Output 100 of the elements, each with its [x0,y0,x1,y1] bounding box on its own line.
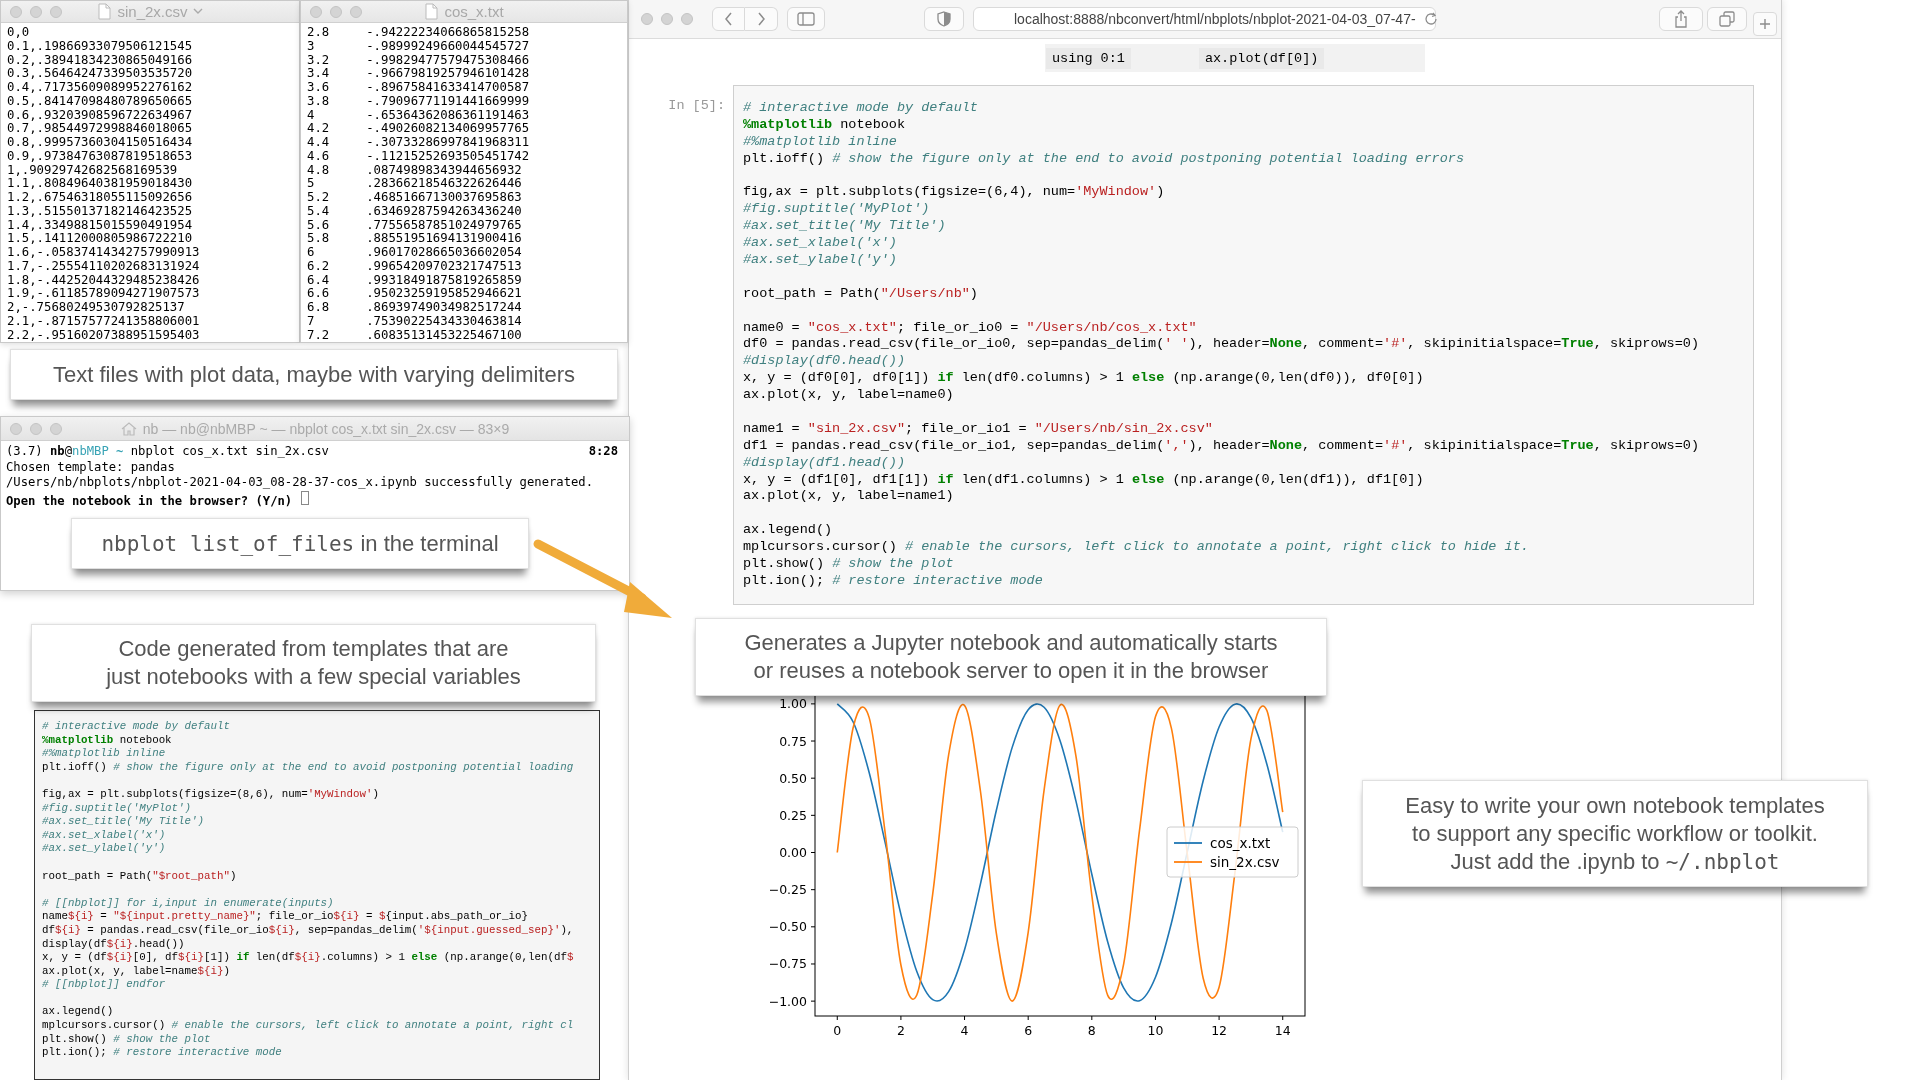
tick-label: 1.00 [779,696,807,712]
code-line: #ax.set_ylabel('y') [743,252,897,269]
text-line: 5.6 .77556587851024979765 [307,218,523,233]
code-line: #ax.set_ylabel('y') [42,842,166,856]
code-line: #%matplotlib inline [743,133,897,151]
window-button[interactable] [641,12,653,25]
cell-prompt: In [5]: [667,97,726,115]
callout-text: Code generated from templates that are just notebooks with a few special variables [106,635,521,691]
text-line: 6.8 .86939749034982517244 [307,301,523,315]
tick-label: −0.25 [768,882,807,897]
tick-label: −1.00 [768,993,807,1009]
window-button[interactable] [330,5,342,18]
shield-icon [937,10,951,27]
text-line: 6.4 .99318491875819265859 [307,273,523,288]
text-line: 6 .96017028665036602054 [307,246,523,260]
code-line: df1 = pandas.read_csv(file_or_io1, sep=pandas_delim(','), header=None, comment='#', skipinitialspace=True, skiprows=0) [743,437,1699,455]
tick-label: 14 [1274,1022,1291,1038]
window-button[interactable] [350,5,362,18]
text-line: 5.2 .46851667130037695863 [307,191,523,205]
code-line: name0 = "cos_x.txt"; file_or_io0 = "/Users/nb/cos_x.txt" [743,319,1197,337]
text-line: 1.3,.51550137182146423525 [7,204,194,219]
callout-text: Text files with plot data, maybe with varying delimiters [52,360,576,389]
code-line: #ax.set_title('My Title') [42,815,204,829]
chevron-left-icon [723,11,734,26]
legend-label: cos_x.txt [1210,834,1271,851]
text-line: 5 .28366218546322626446 [307,177,523,191]
code-line: # [[nbplot]] endfor [42,978,166,992]
code-line: ax.legend() [42,1005,114,1020]
back-button[interactable] [712,6,745,31]
code-line: #ax.set_xlabel('x') [743,235,897,252]
text-line: 1.9,-.61185789094271907573 [7,287,201,301]
window-button[interactable] [50,422,62,435]
tick-label: −0.50 [768,919,807,935]
text-line: 0.8,.99957360304150516434 [7,136,194,150]
code-line: #%matplotlib inline [42,747,166,761]
code-line: mplcursors.cursor() # enable the cursors, left click to annotate a point, right click to hide it. [743,539,1529,557]
window-button[interactable] [50,5,62,18]
text-line: 7.2 .60835131453225467100 [307,328,523,342]
code-line: #display(df1.head()) [743,454,906,472]
window-button[interactable] [10,422,22,435]
text-line: 6.6 .95023259195852946621 [307,287,523,301]
code-line: df${i} = pandas.read_csv(file_or_io${i}, sep=pandas_delim('${input.guessed_sep}'), [42,923,574,938]
tick-label: 0.00 [779,844,807,860]
share-icon [1674,9,1688,28]
tick-label: 8 [1087,1022,1096,1038]
code-line: plt.ioff() # show the figure only at the end to avoid postponing potential loading errors [743,150,1465,168]
callout-text: Easy to write your own notebook templates to support any specific workflow or toolkit. Just add the .ipynb to ~/.nbplot [1405,791,1825,876]
window-button[interactable] [30,5,42,18]
window-button[interactable] [661,12,673,25]
tabs-button[interactable] [1707,6,1747,31]
text-line: 4.4 -.30733286997841968311 [307,136,531,150]
code-line: plt.ioff() # show the figure only at the end to avoid postponing potential loading [42,760,574,775]
text-line: 1.6,-.05837414342757990913 [7,246,201,260]
text-line: 3.6 -.89675841633414700587 [307,81,531,95]
code-line: ax.plot(x, y, label=name1) [743,488,954,506]
tick-label: 6 [1024,1022,1033,1038]
code-line: plt.ion(); # restore interactive mode [42,1046,282,1060]
share-button[interactable] [1659,6,1703,31]
code-line: #fig.suptitle('MyPlot') [42,801,192,816]
tick-label: 4 [960,1022,969,1038]
text-line: 2.8 -.94222234066865815258 [307,26,531,40]
text-line: 3.4 -.96679819257946101428 [307,67,531,81]
terminal-line: Open the notebook in the browser? (Y/n) [6,490,309,510]
chevron-right-icon [756,11,766,26]
code-line: root_path = Path("$root_path") [42,869,237,884]
legend-label: sin_2x.csv [1210,853,1280,870]
code-line: #ax.set_xlabel('x') [42,828,166,843]
code-line: %matplotlib notebook [743,116,906,134]
forward-button[interactable] [745,6,778,31]
terminal-line: Chosen template: pandas [6,459,175,476]
tick-label: 0 [833,1022,842,1038]
window-button[interactable] [10,5,22,18]
tick-label: 0.75 [779,733,807,749]
terminal-line: (3.7) nb@nbMBP ~ nbplot cos_x.txt sin_2x.csv [6,444,329,460]
document-icon [97,3,113,20]
text-line: 5.4 .63469287594263436240 [307,204,523,219]
text-line: 0.7,.98544972998846018065 [7,122,194,136]
window-button[interactable] [30,422,42,435]
text-line: 4.6 -.11215252693505451742 [307,149,531,164]
code-line: #fig.suptitle('MyPlot') [743,201,930,219]
sidebar-button[interactable] [787,6,825,31]
code-line: name1 = "sin_2x.csv"; file_or_io1 = "/Users/nb/sin_2x.csv" [743,420,1213,438]
window-button[interactable] [310,5,322,18]
text-line: 0,0 [7,26,31,40]
text-line: 1.1,.80849640381959018430 [7,177,194,191]
tick-label: 0.25 [779,807,807,823]
window-title: sin_2x.csv [117,3,188,20]
reload-button[interactable] [1423,11,1438,26]
window-title: nb — nb@nbMBP ~ — nbplot cos_x.txt sin_2x.csv — 83×9 [142,420,510,437]
privacy-button[interactable] [924,6,964,31]
code-line: %matplotlib notebook [42,733,172,748]
new-tab-button[interactable] [1753,11,1777,36]
text-line: 1.4,.33498815015590491954 [7,218,194,233]
tick-label: 10 [1147,1022,1164,1038]
address-field[interactable]: localhost:8888/nbconvert/html/nbplots/nbplot-2021-04-03_07-47- [973,6,1436,31]
text-line: 0.1,.19866933079506121545 [7,39,194,54]
code-line: plt.ion(); # restore interactive mode [743,572,1043,590]
code-line: fig,ax = plt.subplots(figsize=(8,6), num='MyWindow') [42,787,379,802]
window-button[interactable] [681,12,693,25]
code-line: x, y = (df0[0], df0[1]) if len(df0.columns) > 1 else (np.arange(0,len(df0)), df0[0]) [743,370,1424,388]
